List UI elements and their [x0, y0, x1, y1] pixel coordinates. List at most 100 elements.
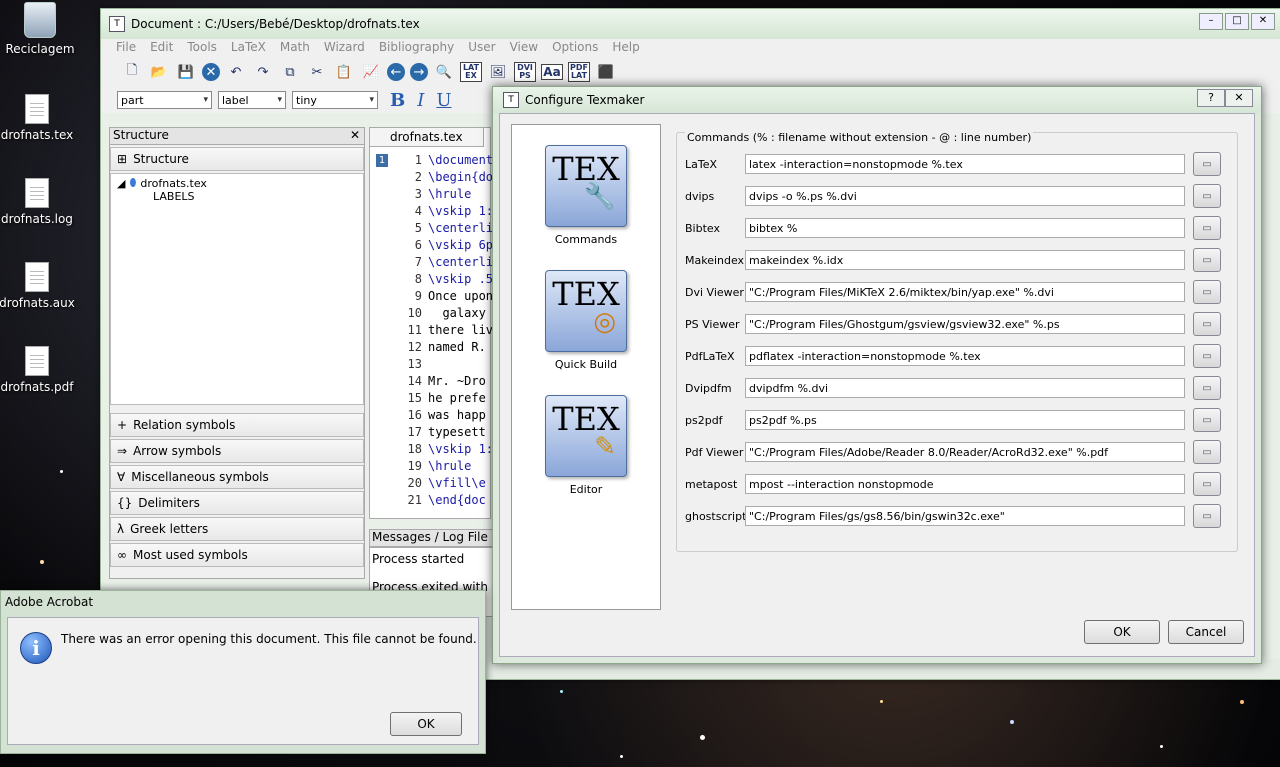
code-line[interactable]: there liv — [428, 322, 492, 339]
menu-bibliography[interactable]: Bibliography — [372, 39, 461, 57]
command-input[interactable]: "C:/Program Files/Adobe/Reader 8.0/Reade… — [745, 442, 1185, 462]
command-input[interactable]: bibtex % — [745, 218, 1185, 238]
browse-folder-icon[interactable]: ▭ — [1193, 440, 1221, 464]
tree-node-root[interactable]: ◢ ⬮ drofnats.tex — [113, 176, 361, 190]
size-select[interactable]: tiny — [292, 91, 378, 109]
command-input[interactable]: dvips -o %.ps %.dvi — [745, 186, 1185, 206]
code-line[interactable]: Once upon — [428, 288, 492, 305]
menu-help[interactable]: Help — [605, 39, 646, 57]
cancel-button[interactable]: Cancel — [1168, 620, 1244, 644]
command-input[interactable]: "C:/Program Files/gs/gs8.56/bin/gswin32c… — [745, 506, 1185, 526]
desktop-icon-log-file[interactable]: drofnats.log — [0, 178, 77, 226]
code-line[interactable]: was happ — [428, 407, 492, 424]
browse-folder-icon[interactable]: ▭ — [1193, 408, 1221, 432]
misc-symbols-panel[interactable]: ∀ Miscellaneous symbols — [110, 465, 364, 489]
bold-button[interactable]: B — [390, 90, 405, 111]
menu-tools[interactable]: Tools — [180, 39, 224, 57]
editor-tab[interactable]: drofnats.tex — [369, 127, 484, 147]
browse-folder-icon[interactable]: ▭ — [1193, 184, 1221, 208]
code-line[interactable]: \document — [428, 152, 492, 169]
code-line[interactable]: \vfill\e — [428, 475, 492, 492]
menu-user[interactable]: User — [461, 39, 502, 57]
main-titlebar[interactable]: T Document : C:/Users/Bebé/Desktop/drofn… — [101, 9, 1280, 39]
paste-icon[interactable]: 📋 — [333, 61, 355, 83]
command-input[interactable]: makeindex %.idx — [745, 250, 1185, 270]
menu-file[interactable]: File — [109, 39, 143, 57]
greek-letters-panel[interactable]: λ Greek letters — [110, 517, 364, 541]
category-editor[interactable]: TEX ✎ Editor — [512, 395, 660, 496]
desktop-icon-pdf-file[interactable]: drofnats.pdf — [0, 346, 77, 394]
menu-edit[interactable]: Edit — [143, 39, 180, 57]
search-icon[interactable]: 🔍 — [433, 61, 455, 83]
code-line[interactable]: \vskip 6p — [428, 237, 492, 254]
browse-folder-icon[interactable]: ▭ — [1193, 344, 1221, 368]
desktop-icon-tex-file[interactable]: drofnats.tex — [0, 94, 77, 142]
ok-button[interactable]: OK — [1084, 620, 1160, 644]
browse-folder-icon[interactable]: ▭ — [1193, 472, 1221, 496]
command-input[interactable]: latex -interaction=nonstopmode %.tex — [745, 154, 1185, 174]
code-line[interactable]: \end{doc — [428, 492, 492, 509]
relation-symbols-panel[interactable]: + Relation symbols — [110, 413, 364, 437]
browse-folder-icon[interactable]: ▭ — [1193, 504, 1221, 528]
code-line[interactable]: \centerli — [428, 254, 492, 271]
arrow-symbols-panel[interactable]: ⇒ Arrow symbols — [110, 439, 364, 463]
browse-folder-icon[interactable]: ▭ — [1193, 376, 1221, 400]
forward-arrow-icon[interactable]: → — [410, 63, 428, 81]
open-folder-icon[interactable]: 📂 — [148, 61, 170, 83]
code-line[interactable]: he prefe — [428, 390, 492, 407]
pdflatex-button[interactable]: PDF LAT — [568, 62, 590, 82]
code-line[interactable]: named R. — [428, 339, 492, 356]
menu-math[interactable]: Math — [273, 39, 317, 57]
menu-latex[interactable]: LaTeX — [224, 39, 273, 57]
cut-icon[interactable]: ✂ — [306, 61, 328, 83]
code-line[interactable]: Mr. ~Dro — [428, 373, 492, 390]
category-commands[interactable]: TEX 🔧 Commands — [512, 145, 660, 246]
back-arrow-icon[interactable]: ← — [387, 63, 405, 81]
font-button[interactable]: Aa — [541, 64, 563, 80]
code-line[interactable]: \centerli — [428, 220, 492, 237]
code-line[interactable]: \vskip 1: — [428, 441, 492, 458]
command-input[interactable]: mpost --interaction nonstopmode — [745, 474, 1185, 494]
undo-icon[interactable]: ↶ — [225, 61, 247, 83]
structure-close-icon[interactable]: ✕ — [350, 128, 360, 142]
code-text[interactable]: \document \begin{do \hrule \vskip 1: \center… — [428, 152, 492, 509]
pdf-viewer-icon[interactable]: ⬛ — [595, 61, 617, 83]
code-line[interactable]: \begin{do — [428, 169, 492, 186]
command-input[interactable]: "C:/Program Files/MiKTeX 2.6/miktex/bin/… — [745, 282, 1185, 302]
browse-folder-icon[interactable]: ▭ — [1193, 312, 1221, 336]
code-line[interactable]: \vskip 1: — [428, 203, 492, 220]
menu-options[interactable]: Options — [545, 39, 605, 57]
new-file-icon[interactable]: 🗋 — [121, 61, 143, 83]
code-line[interactable]: \hrule — [428, 458, 492, 475]
menu-view[interactable]: View — [503, 39, 545, 57]
italic-button[interactable]: I — [417, 90, 424, 111]
configure-titlebar[interactable]: T Configure Texmaker — [493, 87, 1261, 113]
command-input[interactable]: pdflatex -interaction=nonstopmode %.tex — [745, 346, 1185, 366]
desktop-icon-recycle-bin[interactable]: Reciclagem — [0, 2, 80, 56]
browse-folder-icon[interactable]: ▭ — [1193, 216, 1221, 240]
close-button[interactable]: ✕ — [1251, 13, 1275, 30]
latex-button[interactable]: LAT EX — [460, 62, 482, 82]
command-input[interactable]: ps2pdf %.ps — [745, 410, 1185, 430]
sectioning-select[interactable]: part — [117, 91, 212, 109]
menu-wizard[interactable]: Wizard — [317, 39, 372, 57]
redo-icon[interactable]: ↷ — [252, 61, 274, 83]
tree-node-labels[interactable]: LABELS — [113, 190, 361, 203]
save-icon[interactable]: 💾 — [175, 61, 197, 83]
desktop-icon-aux-file[interactable]: drofnats.aux — [0, 262, 77, 310]
code-line[interactable] — [428, 356, 492, 373]
minimize-button[interactable]: – — [1199, 13, 1223, 30]
code-line[interactable]: galaxy — [428, 305, 492, 322]
expand-icon[interactable]: ◢ — [117, 177, 125, 190]
delimiters-panel[interactable]: {} Delimiters — [110, 491, 364, 515]
browse-folder-icon[interactable]: ▭ — [1193, 280, 1221, 304]
command-input[interactable]: "C:/Program Files/Ghostgum/gsview/gsview… — [745, 314, 1185, 334]
dialog-close-button[interactable]: ✕ — [1225, 89, 1253, 107]
chart-icon[interactable]: 📈 — [360, 61, 382, 83]
view-dvi-icon[interactable]: 🖼 — [487, 61, 509, 83]
category-quick-build[interactable]: TEX ◎ Quick Build — [512, 270, 660, 371]
acrobat-title[interactable]: Adobe Acrobat — [1, 591, 485, 613]
underline-button[interactable]: U — [436, 90, 451, 111]
command-input[interactable]: dvipdfm %.dvi — [745, 378, 1185, 398]
dvips-button[interactable]: DVI PS — [514, 62, 536, 82]
